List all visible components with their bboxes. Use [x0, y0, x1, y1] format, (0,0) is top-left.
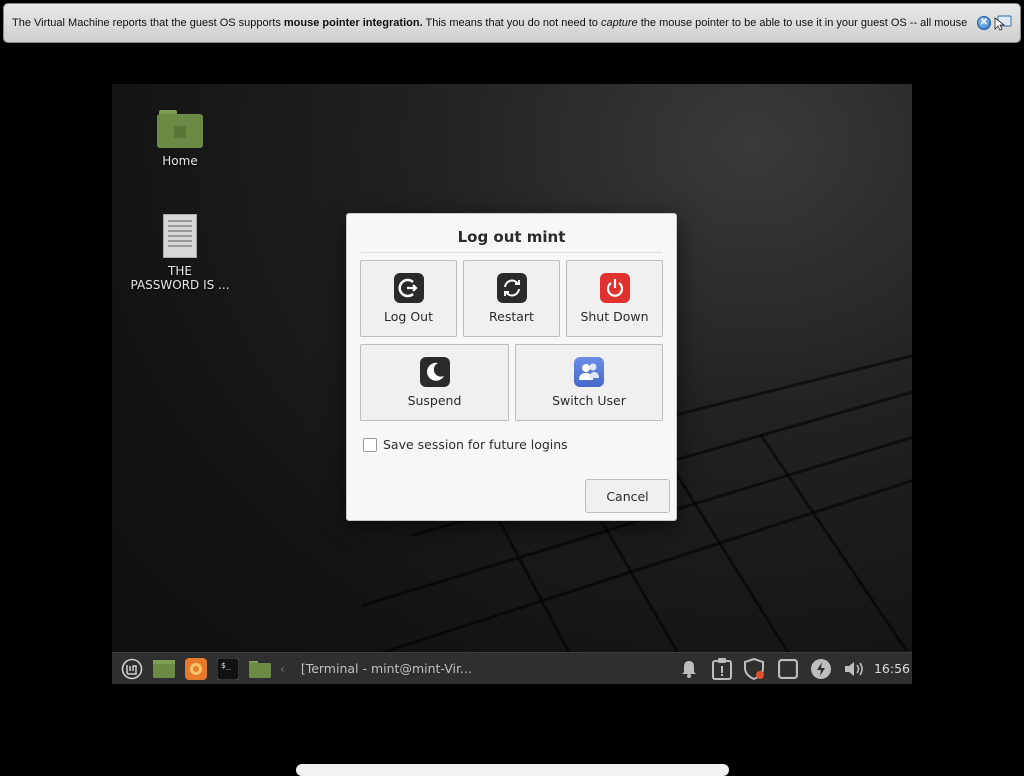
firefox-icon[interactable] — [184, 657, 208, 681]
menu-icon[interactable] — [120, 657, 144, 681]
taskbar-window-terminal[interactable]: [Terminal - mint@mint-Vir... — [301, 661, 472, 676]
logout-button[interactable]: Log Out — [360, 260, 457, 337]
text-file-icon — [163, 214, 197, 258]
suspend-button[interactable]: Suspend — [360, 344, 509, 421]
close-notification-icon[interactable]: ✕ — [977, 16, 991, 30]
folder-icon — [157, 110, 203, 148]
logout-button-label: Log Out — [384, 309, 433, 324]
update-manager-icon[interactable] — [710, 657, 734, 681]
host-bottom-bar — [296, 764, 729, 776]
cancel-button[interactable]: Cancel — [585, 479, 670, 513]
restart-icon — [496, 273, 527, 303]
logout-icon — [393, 273, 424, 303]
suspend-button-label: Suspend — [407, 393, 462, 408]
moon-icon — [419, 357, 450, 387]
notifications-icon[interactable] — [677, 657, 701, 681]
taskbar-panel: $_ ‹ [Terminal - mint@mint-Vir... 16:56 — [112, 652, 912, 684]
power-off-icon — [599, 273, 630, 303]
save-session-checkbox[interactable] — [363, 437, 377, 452]
vm-notification-message: The Virtual Machine reports that the gue… — [12, 17, 968, 29]
shutdown-button[interactable]: Shut Down — [566, 260, 663, 337]
desktop-icon-label: Home — [162, 154, 198, 168]
workspace-icon[interactable] — [776, 657, 800, 681]
svg-text:$_: $_ — [221, 661, 231, 670]
switch-user-button[interactable]: Switch User — [515, 344, 663, 421]
save-session-label: Save session for future logins — [383, 437, 568, 452]
restart-button[interactable]: Restart — [463, 260, 560, 337]
power-icon[interactable] — [809, 657, 833, 681]
show-desktop-icon[interactable] — [152, 657, 176, 681]
files-icon[interactable] — [248, 657, 272, 681]
vm-notification-bar: The Virtual Machine reports that the gue… — [3, 3, 1021, 43]
dialog-title: Log out mint — [457, 228, 566, 246]
switch-user-button-label: Switch User — [552, 393, 626, 408]
mouse-integration-icon[interactable] — [994, 15, 1012, 31]
panel-clock[interactable]: 16:56 — [874, 661, 910, 676]
desktop-icon-password-file[interactable]: THE PASSWORD IS ... — [130, 214, 230, 292]
firewall-icon[interactable] — [743, 657, 767, 681]
dialog-divider — [361, 252, 662, 253]
logout-dialog: Log out mint Log Out Restart Shut Down S… — [346, 213, 677, 521]
terminal-icon[interactable]: $_ — [216, 657, 240, 681]
save-session-option[interactable]: Save session for future logins — [363, 437, 568, 452]
desktop-icon-label: PASSWORD IS ... — [130, 278, 230, 292]
shutdown-button-label: Shut Down — [580, 309, 649, 324]
switch-user-icon — [574, 357, 604, 387]
desktop-icon-home[interactable]: Home — [130, 110, 230, 168]
desktop-icon-label: THE — [168, 264, 192, 278]
volume-icon[interactable] — [842, 657, 866, 681]
restart-button-label: Restart — [489, 309, 534, 324]
panel-separator: ‹ — [280, 661, 285, 676]
